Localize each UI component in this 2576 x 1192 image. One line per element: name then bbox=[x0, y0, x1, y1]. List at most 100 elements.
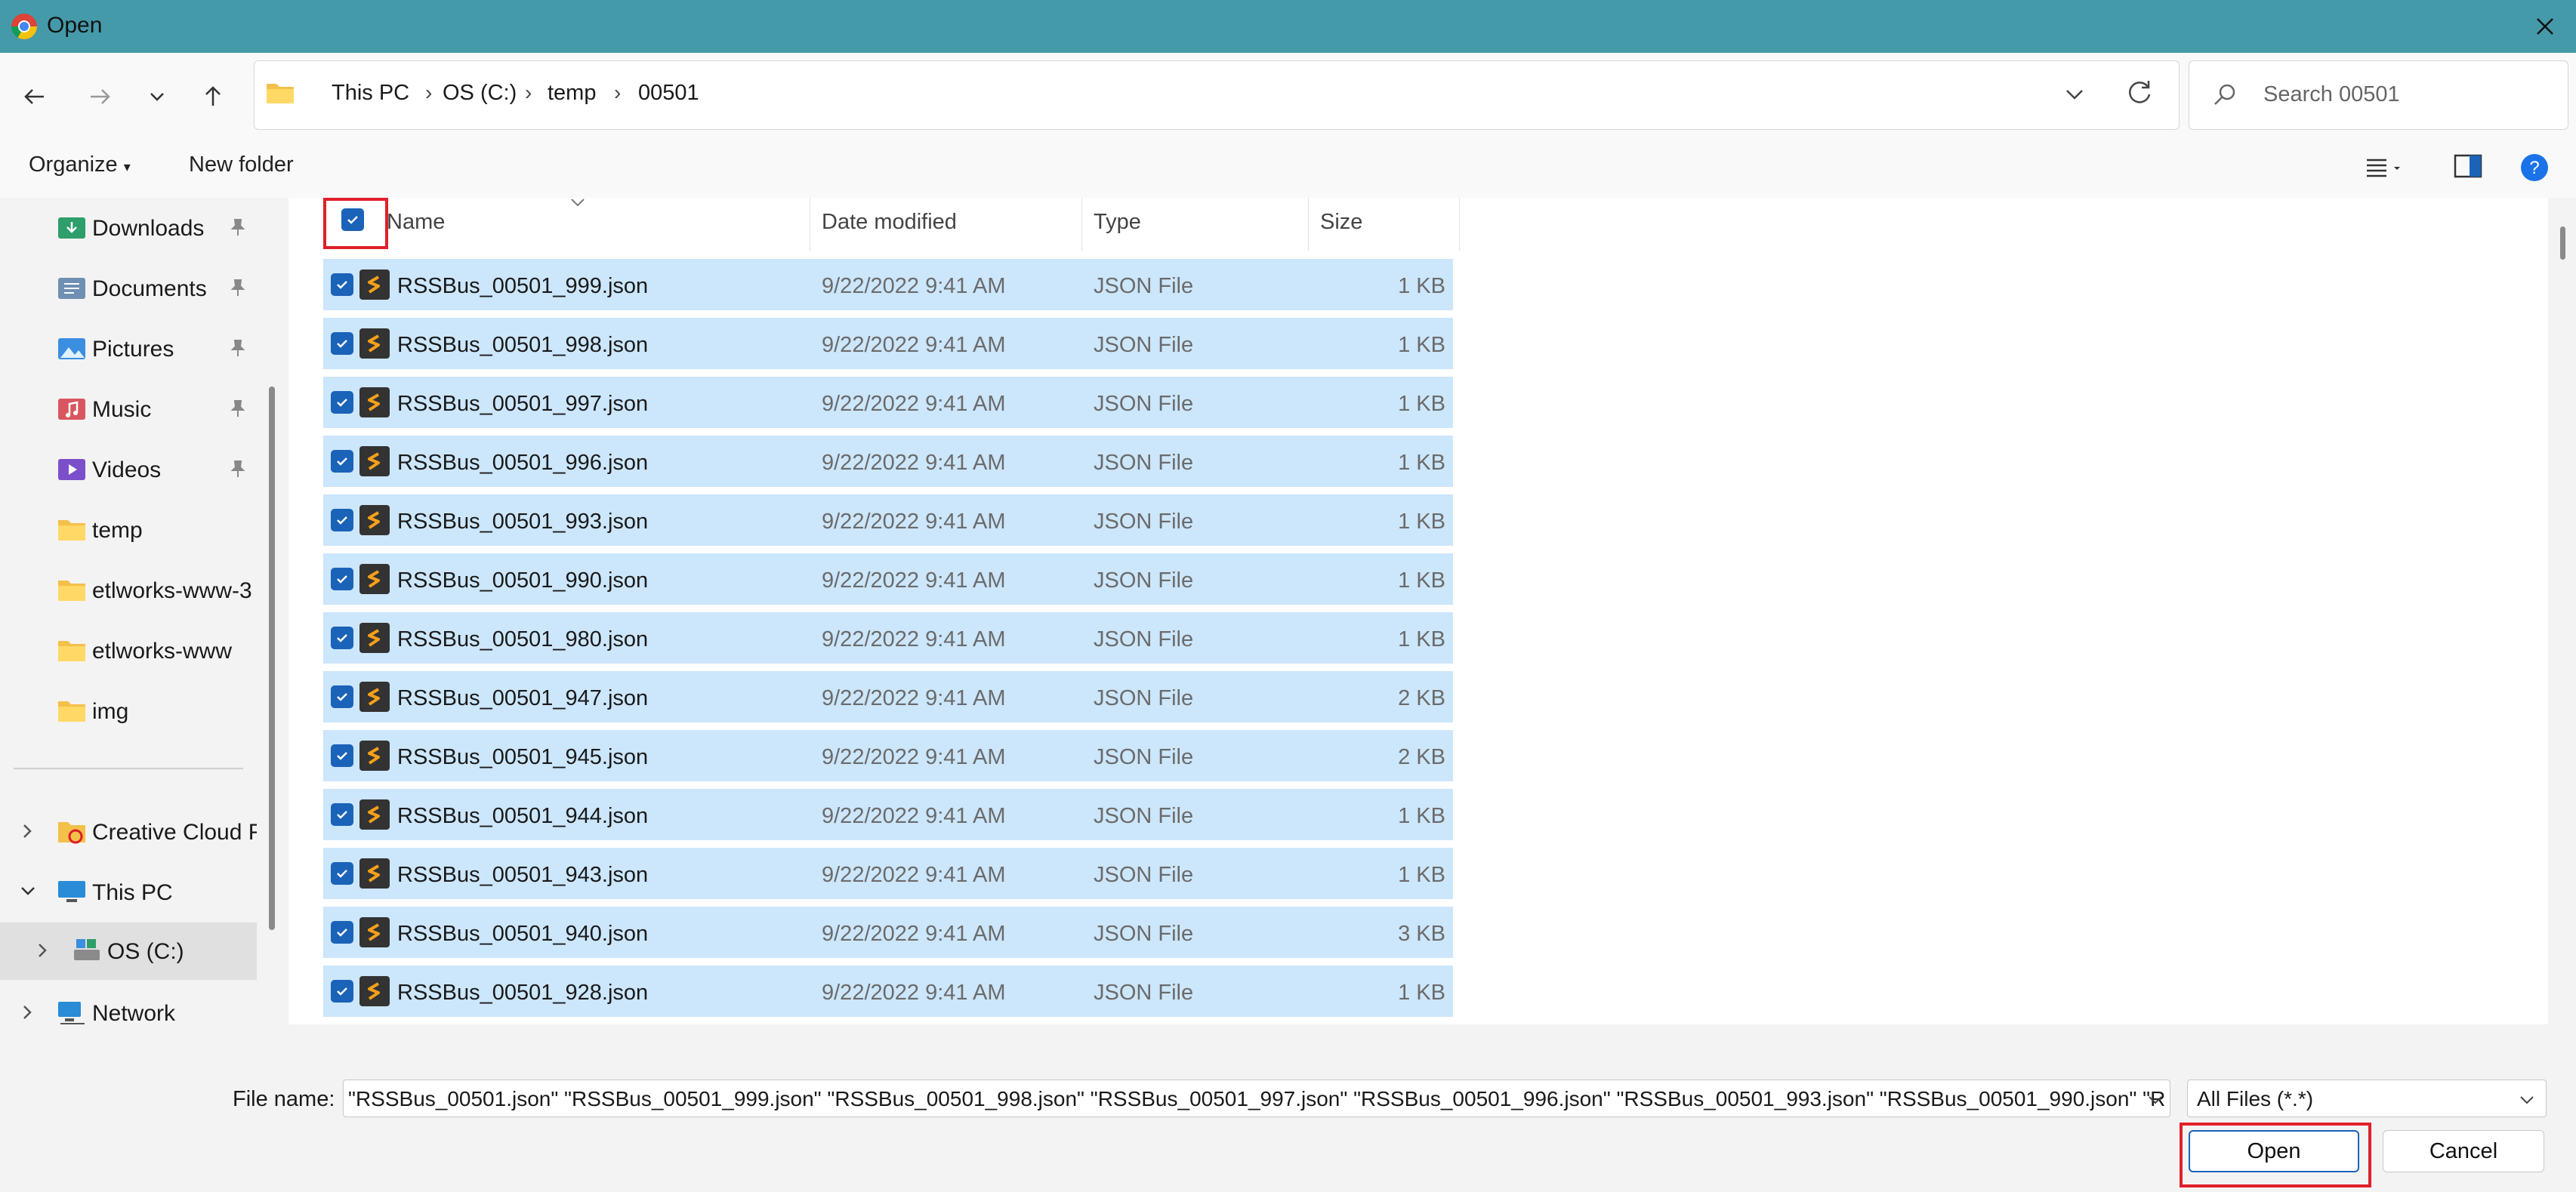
row-checkbox[interactable] bbox=[331, 332, 353, 355]
file-date: 9/22/2022 9:41 AM bbox=[822, 804, 1006, 828]
pin-icon[interactable] bbox=[228, 217, 248, 237]
videos-icon bbox=[58, 459, 85, 480]
row-checkbox[interactable] bbox=[331, 509, 353, 531]
forward-button[interactable] bbox=[79, 75, 121, 118]
pin-icon[interactable] bbox=[228, 399, 248, 418]
file-row[interactable]: RSSBus_00501_997.json 9/22/2022 9:41 AM JS… bbox=[323, 377, 1453, 428]
sidebar-item-music[interactable]: Music bbox=[0, 382, 257, 436]
chevron-down-icon[interactable] bbox=[2061, 81, 2088, 108]
search-box[interactable]: Search 00501 bbox=[2189, 60, 2568, 130]
close-icon[interactable] bbox=[2528, 9, 2562, 44]
sidebar-item-network[interactable]: Network bbox=[0, 986, 257, 1024]
row-checkbox[interactable] bbox=[331, 391, 353, 414]
sidebar-item-downloads[interactable]: Downloads bbox=[0, 201, 257, 255]
column-separator[interactable] bbox=[1081, 198, 1082, 251]
checkmark-icon bbox=[347, 216, 358, 224]
file-row[interactable]: RSSBus_00501_998.json 9/22/2022 9:41 AM JS… bbox=[323, 318, 1453, 369]
column-date-modified[interactable]: Date modified bbox=[822, 210, 957, 235]
breadcrumb-00501[interactable]: 00501 bbox=[638, 81, 699, 106]
checkmark-icon bbox=[337, 457, 347, 466]
open-button[interactable]: Open bbox=[2189, 1130, 2359, 1172]
file-row[interactable]: RSSBus_00501_940.json 9/22/2022 9:41 AM JS… bbox=[323, 907, 1453, 958]
chevron-right-icon[interactable] bbox=[18, 1003, 36, 1022]
row-checkbox[interactable] bbox=[331, 627, 353, 649]
preview-pane-icon[interactable] bbox=[2453, 152, 2483, 180]
file-row[interactable]: RSSBus_00501_999.json 9/22/2022 9:41 AM JS… bbox=[323, 259, 1453, 310]
new-folder-button[interactable]: New folder bbox=[189, 152, 294, 177]
row-checkbox[interactable] bbox=[331, 744, 353, 767]
row-checkbox[interactable] bbox=[331, 803, 353, 826]
row-checkbox[interactable] bbox=[331, 273, 353, 296]
json-file-icon bbox=[359, 505, 390, 535]
file-row[interactable]: RSSBus_00501_943.json 9/22/2022 9:41 AM JS… bbox=[323, 848, 1453, 899]
navigation-pane: Downloads Documents Pictures Music Video… bbox=[0, 198, 257, 1024]
sidebar-item-img[interactable]: img bbox=[0, 684, 257, 738]
row-checkbox[interactable] bbox=[331, 921, 353, 944]
sidebar-item-label: Videos bbox=[92, 457, 162, 482]
view-options-icon[interactable] bbox=[2364, 156, 2403, 181]
sidebar-item-os-c[interactable]: OS (C:) bbox=[0, 922, 257, 980]
breadcrumb-separator[interactable]: › bbox=[614, 81, 621, 105]
help-icon[interactable]: ? bbox=[2519, 152, 2550, 183]
sidebar-item-etlworks-www[interactable]: etlworks-www bbox=[0, 624, 257, 678]
file-type-select[interactable]: All Files (*.*) bbox=[2187, 1080, 2547, 1117]
file-list-scrollbar[interactable] bbox=[2560, 226, 2565, 260]
file-date: 9/22/2022 9:41 AM bbox=[822, 981, 1006, 1005]
column-separator[interactable] bbox=[1308, 198, 1309, 251]
pin-icon[interactable] bbox=[228, 459, 248, 479]
row-checkbox[interactable] bbox=[331, 862, 353, 885]
file-row[interactable]: RSSBus_00501_993.json 9/22/2022 9:41 AM JS… bbox=[323, 494, 1453, 546]
breadcrumb-temp[interactable]: temp bbox=[548, 81, 596, 106]
pin-icon[interactable] bbox=[228, 338, 248, 358]
cancel-button[interactable]: Cancel bbox=[2383, 1130, 2544, 1172]
json-file-icon bbox=[359, 446, 390, 476]
download-folder-icon bbox=[58, 217, 85, 239]
row-checkbox[interactable] bbox=[331, 450, 353, 473]
breadcrumb-separator[interactable]: › bbox=[525, 81, 532, 105]
sidebar-item-temp[interactable]: temp bbox=[0, 503, 257, 557]
file-row[interactable]: RSSBus_00501_947.json 9/22/2022 9:41 AM JS… bbox=[323, 671, 1453, 722]
refresh-icon[interactable] bbox=[2123, 76, 2156, 109]
file-size: 1 KB bbox=[1398, 510, 1445, 534]
breadcrumb-this-pc[interactable]: This PC bbox=[332, 81, 409, 106]
sort-caret-icon bbox=[571, 199, 585, 207]
row-checkbox[interactable] bbox=[331, 980, 353, 1003]
file-row[interactable]: RSSBus_00501_980.json 9/22/2022 9:41 AM JS… bbox=[323, 612, 1453, 664]
chevron-down-icon[interactable] bbox=[18, 882, 38, 901]
breadcrumb-separator[interactable]: › bbox=[425, 81, 432, 105]
file-name: RSSBus_00501_928.json bbox=[397, 981, 649, 1005]
column-name[interactable]: Name bbox=[387, 210, 445, 235]
column-separator[interactable] bbox=[1459, 198, 1460, 251]
chevron-right-icon[interactable] bbox=[33, 941, 51, 960]
file-row[interactable]: RSSBus_00501_990.json 9/22/2022 9:41 AM JS… bbox=[323, 553, 1453, 605]
sidebar-item-videos[interactable]: Videos bbox=[0, 442, 257, 497]
column-header-row: Name Date modified Type Size bbox=[288, 198, 1460, 251]
address-bar[interactable]: This PC › OS (C:) › temp › 00501 bbox=[254, 60, 2180, 130]
row-checkbox[interactable] bbox=[331, 568, 353, 590]
select-all-checkbox[interactable] bbox=[341, 208, 364, 231]
sidebar-scrollbar[interactable] bbox=[269, 387, 275, 930]
back-button[interactable] bbox=[14, 75, 56, 118]
column-size[interactable]: Size bbox=[1320, 210, 1362, 235]
pin-icon[interactable] bbox=[228, 278, 248, 297]
recent-locations-button[interactable] bbox=[136, 75, 178, 118]
up-button[interactable] bbox=[192, 75, 234, 118]
row-checkbox[interactable] bbox=[331, 685, 353, 708]
file-row[interactable]: RSSBus_00501_944.json 9/22/2022 9:41 AM JS… bbox=[323, 789, 1453, 840]
organize-button[interactable]: Organize ▾ bbox=[29, 152, 131, 177]
chevron-down-icon[interactable] bbox=[2146, 1090, 2165, 1110]
file-row[interactable]: RSSBus_00501_928.json 9/22/2022 9:41 AM JS… bbox=[323, 966, 1453, 1017]
sidebar-item-etlworks-www-3[interactable]: etlworks-www-3 bbox=[0, 563, 257, 618]
file-name-field[interactable]: "RSSBus_00501.json" "RSSBus_00501_999.js… bbox=[343, 1080, 2170, 1117]
sidebar-item-this-pc[interactable]: This PC bbox=[0, 865, 257, 919]
file-row[interactable]: RSSBus_00501_996.json 9/22/2022 9:41 AM JS… bbox=[323, 436, 1453, 487]
sidebar-item-documents[interactable]: Documents bbox=[0, 261, 257, 316]
sidebar-item-pictures[interactable]: Pictures bbox=[0, 322, 257, 376]
sidebar-item-creative-cloud[interactable]: Creative Cloud F bbox=[0, 805, 257, 859]
file-row[interactable]: RSSBus_00501_945.json 9/22/2022 9:41 AM JS… bbox=[323, 730, 1453, 781]
search-input[interactable]: Search 00501 bbox=[2263, 82, 2400, 107]
breadcrumb-os-c[interactable]: OS (C:) bbox=[443, 81, 517, 106]
column-type[interactable]: Type bbox=[1094, 210, 1141, 235]
json-file-icon bbox=[359, 976, 390, 1006]
chevron-right-icon[interactable] bbox=[18, 821, 36, 841]
